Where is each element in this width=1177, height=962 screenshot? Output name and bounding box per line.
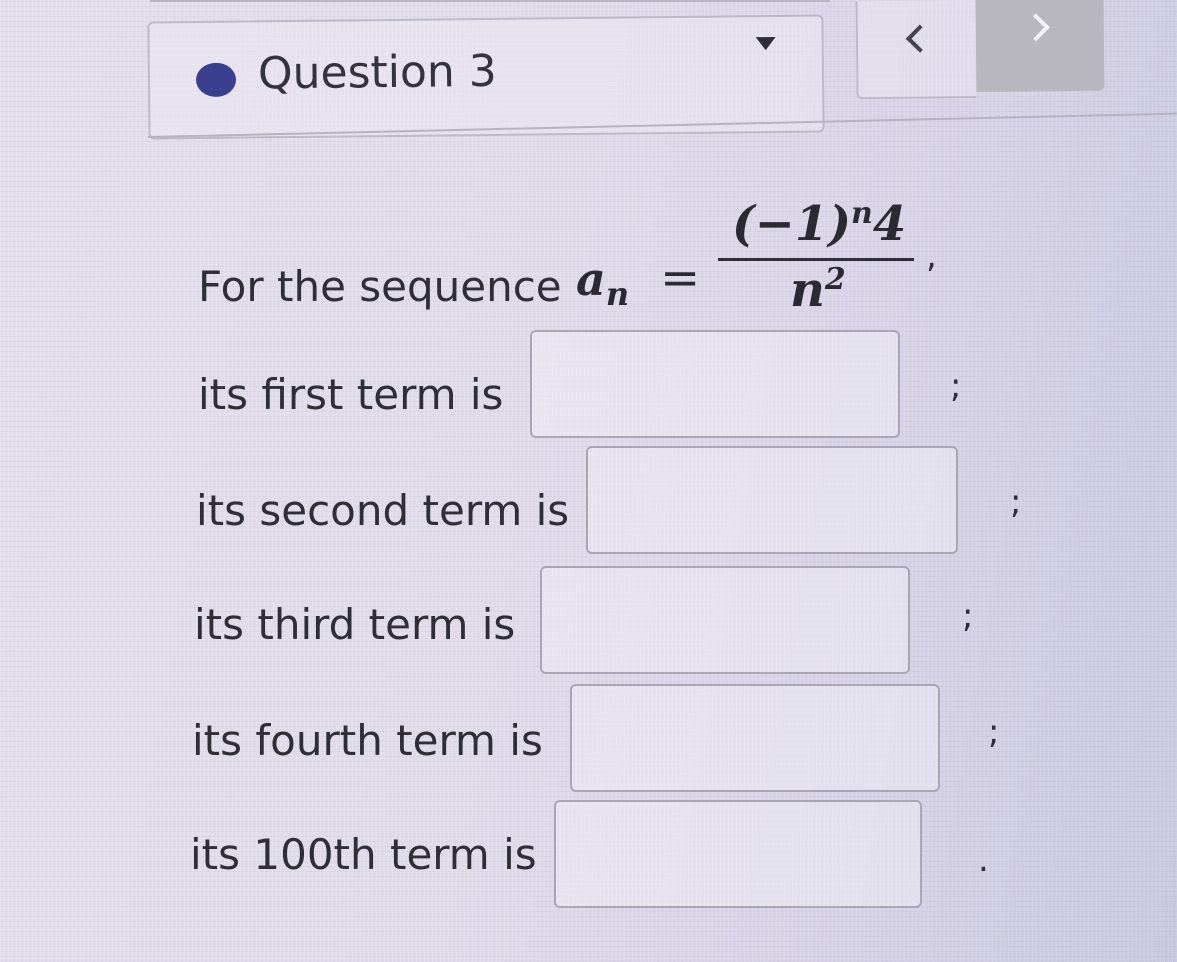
- formula-denominator: n2: [790, 262, 846, 318]
- answer-punctuation: ;: [950, 366, 962, 406]
- answer-row-first: its first term is ;: [198, 330, 978, 440]
- fourth-term-input[interactable]: [570, 684, 940, 792]
- answer-row-hundredth: its 100th term is .: [190, 800, 1000, 910]
- second-term-input[interactable]: [586, 446, 958, 554]
- denominator-exponent: 2: [824, 262, 846, 297]
- sequence-subscript: n: [605, 275, 630, 314]
- answer-label: its first term is: [198, 370, 504, 419]
- statement-comma: ,: [926, 236, 937, 276]
- question-label: Question 3: [257, 45, 497, 100]
- answer-punctuation: ;: [988, 712, 1000, 752]
- answer-punctuation: ;: [962, 596, 974, 636]
- caret-down-icon[interactable]: [755, 36, 776, 51]
- first-term-input[interactable]: [530, 330, 900, 438]
- numerator-tail: 4: [872, 196, 907, 252]
- hundredth-term-input[interactable]: [554, 800, 922, 908]
- previous-question-button[interactable]: [855, 0, 977, 100]
- status-dot-icon: [195, 62, 237, 98]
- answer-label: its 100th term is: [190, 830, 537, 879]
- numerator-exponent: n: [851, 196, 873, 231]
- answer-row-fourth: its fourth term is ;: [192, 684, 1022, 794]
- answer-row-third: its third term is ;: [194, 566, 994, 676]
- question-selector[interactable]: Question 3: [147, 14, 825, 140]
- top-divider: [150, 0, 830, 2]
- answer-label: its fourth term is: [192, 716, 543, 765]
- answer-punctuation: ;: [1010, 482, 1022, 522]
- question-navigation: [855, 0, 1105, 100]
- third-term-input[interactable]: [540, 566, 910, 674]
- sequence-var: a: [576, 252, 606, 306]
- problem-statement: For the sequence an = (−1)n4 n2 ,: [198, 196, 978, 336]
- equals-sign: =: [660, 250, 701, 306]
- sequence-formula: (−1)n4 n2: [718, 196, 918, 332]
- formula-numerator: (−1)n4: [732, 196, 906, 252]
- chevron-right-icon: [1021, 13, 1050, 42]
- answer-punctuation: .: [978, 840, 989, 880]
- fraction-bar: [718, 258, 914, 261]
- numerator-base: (−1): [732, 196, 852, 252]
- answer-label: its second term is: [196, 486, 570, 535]
- answer-row-second: its second term is ;: [196, 446, 1036, 556]
- next-question-button[interactable]: [975, 0, 1105, 93]
- sequence-name: an: [576, 252, 629, 313]
- statement-intro: For the sequence: [198, 262, 562, 311]
- chevron-left-icon: [905, 24, 935, 53]
- answer-label: its third term is: [194, 600, 516, 649]
- denominator-base: n: [790, 262, 825, 318]
